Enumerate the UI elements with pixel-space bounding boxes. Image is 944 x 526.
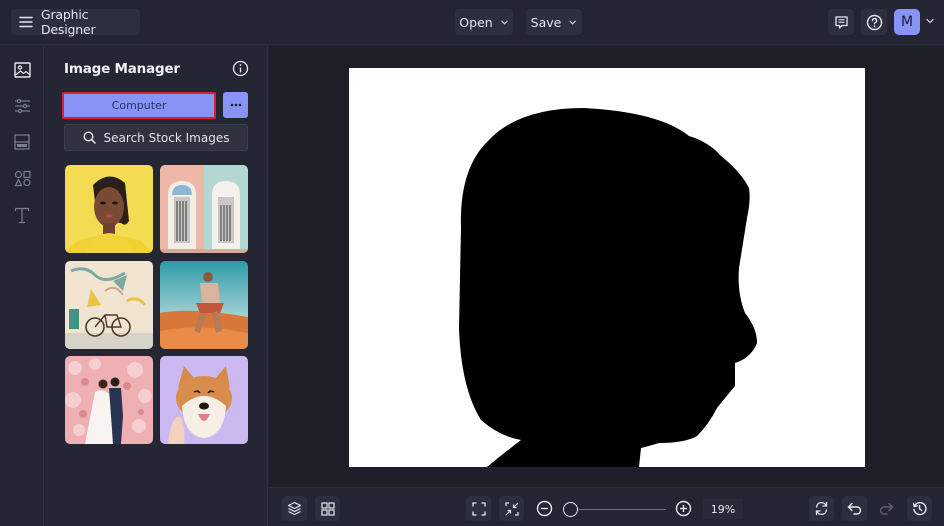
sliders-icon [14,98,30,114]
thumbnail-image-woman-yellow [65,165,153,253]
rail-item-text[interactable] [11,204,33,226]
search-icon [83,131,96,144]
chevron-down-icon [500,20,508,25]
zoom-in-icon[interactable] [675,500,692,517]
info-icon[interactable] [232,60,249,77]
save-button[interactable]: Save [526,9,582,35]
feedback-button[interactable] [828,9,854,35]
main-menu-button[interactable]: Graphic Designer [11,7,140,37]
stock-thumbnail[interactable] [160,261,248,349]
history-icon [912,501,927,516]
grid-button[interactable] [315,496,340,521]
help-button[interactable] [861,9,887,35]
hamburger-menu-icon [19,13,33,32]
shapes-icon [14,170,31,186]
more-horizontal-icon [230,103,241,107]
grid-icon [320,501,335,516]
top-bar: Graphic Designer Open Save M [0,0,944,45]
undo-icon [847,502,862,515]
image-manager-panel: Image Manager Computer Search Stock Imag… [44,46,268,526]
computer-label: Computer [111,99,167,112]
fit-to-screen-button[interactable] [466,496,491,521]
stock-thumbnail[interactable] [65,165,153,253]
zoom-percentage[interactable]: 19% [703,499,743,519]
fit-screen-icon [471,501,486,516]
text-icon [14,207,30,223]
layers-button[interactable] [282,496,307,521]
rail-item-adjustments[interactable] [11,95,33,117]
layers-icon [287,501,302,516]
tool-rail [0,46,44,526]
open-label: Open [459,14,493,30]
stock-thumbnail[interactable] [65,261,153,349]
account-chevron-down-icon[interactable] [925,16,935,26]
artboard[interactable] [349,68,865,467]
shrink-icon [504,501,519,516]
thumbnail-image-shiba-dog [160,356,248,444]
open-button[interactable]: Open [455,9,513,35]
image-icon [13,62,31,78]
zoom-slider-thumb[interactable] [563,502,578,517]
redo-icon [879,502,894,515]
layout-icon [14,134,30,150]
user-avatar[interactable]: M [894,9,920,35]
thumbnail-image-man-desert [160,261,248,349]
help-icon [866,14,882,30]
shrink-button[interactable] [499,496,524,521]
rail-item-layout[interactable] [11,131,33,153]
rail-item-graphics[interactable] [11,167,33,189]
reset-button[interactable] [809,496,834,521]
stock-thumbnail[interactable] [160,356,248,444]
zoom-slider-track[interactable] [574,509,666,510]
save-label: Save [530,14,562,30]
stock-thumbnail[interactable] [65,356,153,444]
upload-from-computer-button[interactable]: Computer [62,92,216,119]
stock-thumbnail[interactable] [160,165,248,253]
history-button[interactable] [907,496,932,521]
more-options-button[interactable] [223,92,248,118]
avatar-initial: M [900,14,914,30]
panel-title: Image Manager [64,61,180,77]
rail-item-image-manager[interactable] [11,59,33,81]
reset-icon [815,501,828,516]
thumbnail-image-doors [160,165,248,253]
feedback-icon [834,15,848,29]
search-stock-images-button[interactable]: Search Stock Images [64,124,248,151]
zoom-out-icon[interactable] [536,500,553,517]
app-title: Graphic Designer [41,7,96,37]
silhouette-image [459,108,757,467]
chevron-down-icon [569,20,577,25]
bottom-toolbar: 19% [269,487,944,526]
undo-button[interactable] [842,496,867,521]
search-stock-label: Search Stock Images [103,130,230,145]
thumbnail-image-bicycle-mural [65,261,153,349]
canvas-workspace [269,46,944,487]
redo-button[interactable] [874,496,899,521]
thumbnail-image-wedding-couple [65,356,153,444]
